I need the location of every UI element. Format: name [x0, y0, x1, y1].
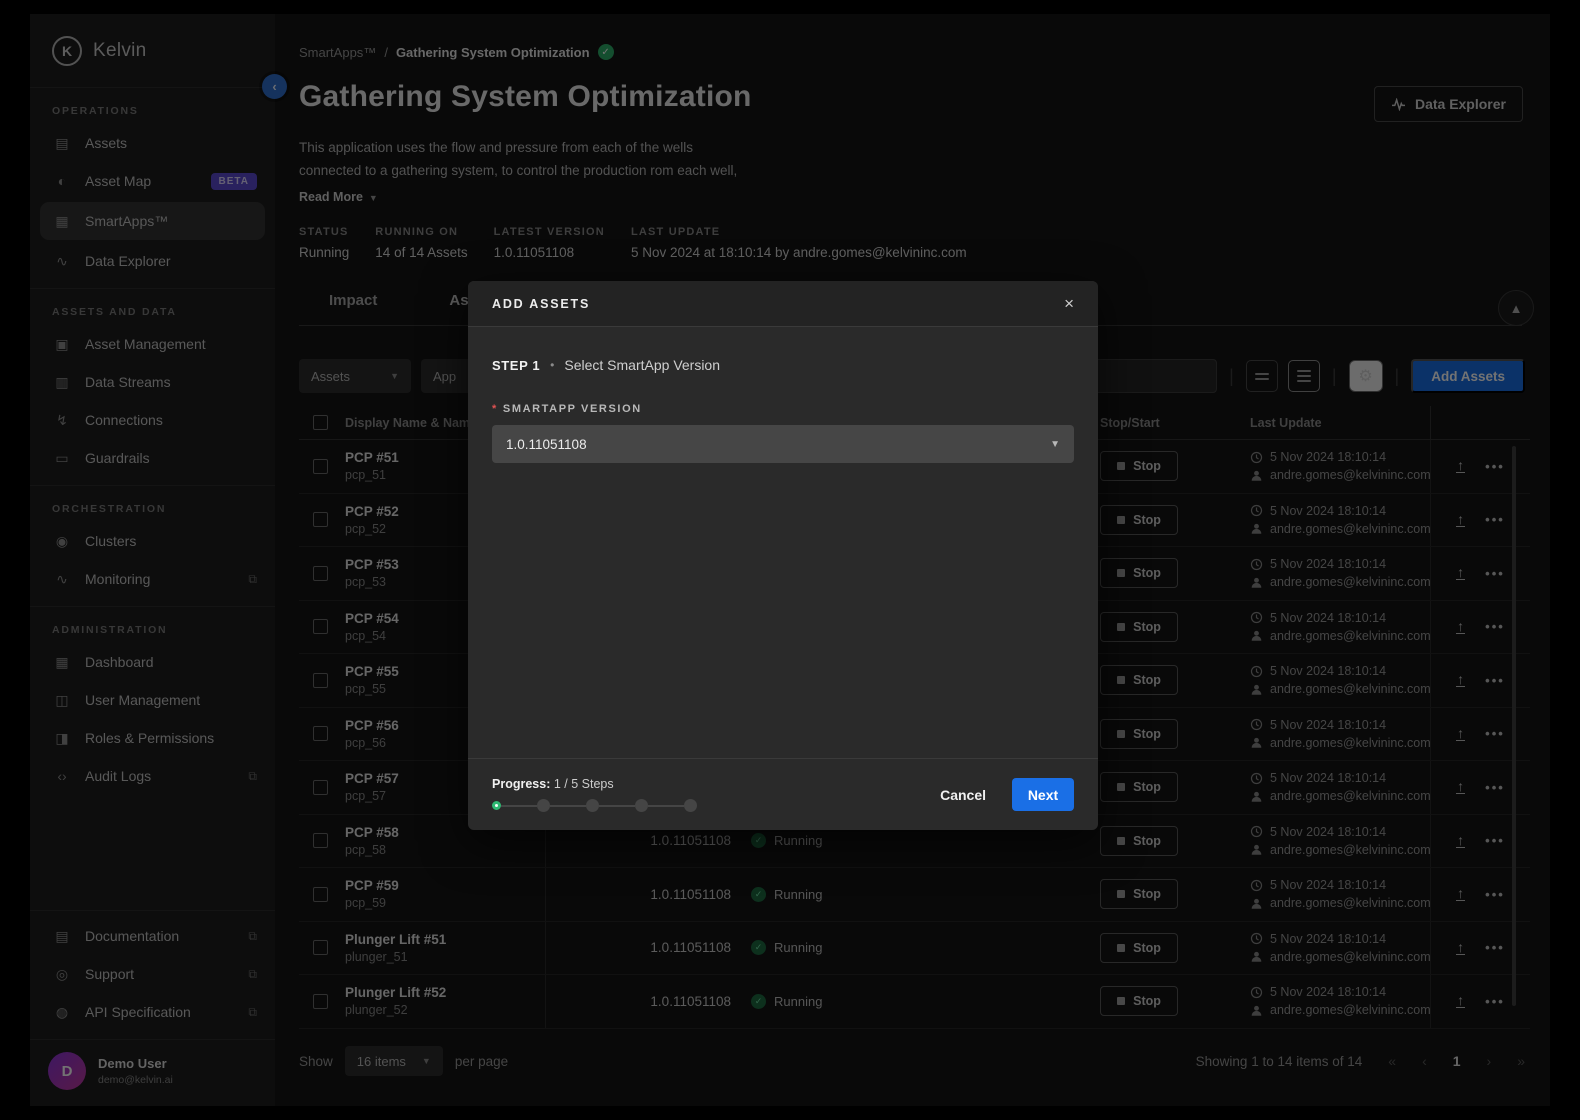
modal-title: ADD ASSETS: [492, 297, 590, 311]
progress-text: Progress: 1 / 5 Steps: [492, 777, 697, 791]
chevron-down-icon: ▼: [1050, 439, 1060, 450]
smartapp-version-value: 1.0.11051108: [506, 437, 587, 452]
progress-indicator: Progress: 1 / 5 Steps: [492, 777, 697, 812]
progress-step-4: [635, 799, 648, 812]
progress-connector: [599, 805, 635, 807]
progress-step-3: [586, 799, 599, 812]
progress-step-5: [684, 799, 697, 812]
progress-step-2: [537, 799, 550, 812]
step-indicator: STEP 1 • Select SmartApp Version: [492, 357, 1074, 373]
progress-connector: [550, 805, 586, 807]
progress-connector: [501, 805, 537, 807]
step-title: Select SmartApp Version: [564, 357, 720, 373]
progress-label: Progress:: [492, 777, 550, 791]
progress-connector: [648, 805, 684, 807]
modal-actions: Cancel Next: [940, 778, 1074, 811]
modal-body: STEP 1 • Select SmartApp Version *SMARTA…: [468, 327, 1098, 758]
smartapp-version-select[interactable]: 1.0.11051108 ▼: [492, 425, 1074, 463]
close-icon[interactable]: ×: [1064, 295, 1074, 312]
step-label: STEP 1: [492, 358, 540, 373]
progress-steps: [492, 799, 697, 812]
smartapp-version-label: *SMARTAPP VERSION: [492, 403, 1074, 415]
cancel-button[interactable]: Cancel: [940, 787, 986, 803]
next-button[interactable]: Next: [1012, 778, 1074, 811]
add-assets-modal: ADD ASSETS × STEP 1 • Select SmartApp Ve…: [468, 281, 1098, 830]
required-asterisk: *: [492, 403, 498, 415]
step-separator: •: [550, 358, 554, 372]
progress-step-1: [492, 801, 501, 810]
progress-value: 1 / 5 Steps: [554, 777, 614, 791]
modal-header: ADD ASSETS ×: [468, 281, 1098, 327]
modal-footer: Progress: 1 / 5 Steps Cancel Next: [468, 758, 1098, 830]
screen: K Kelvin OPERATIONS▤Assets◐Asset MapBETA…: [0, 0, 1580, 1120]
